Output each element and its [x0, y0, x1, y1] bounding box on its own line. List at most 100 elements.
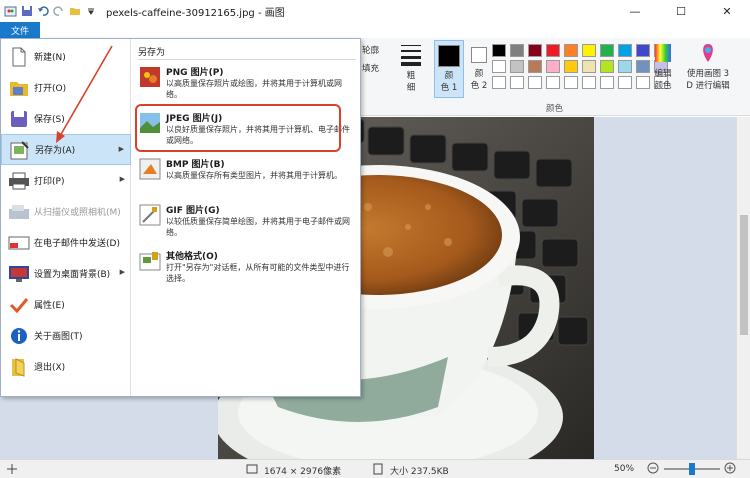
submenu-arrow-icon: ▶	[119, 175, 125, 183]
color-swatch[interactable]	[546, 76, 560, 89]
image-dimensions: 1674 × 2976像素	[264, 467, 342, 477]
color-swatch[interactable]	[564, 60, 578, 73]
undo-icon[interactable]	[36, 5, 49, 18]
color-swatch[interactable]	[528, 76, 542, 89]
zoom-in-button[interactable]	[724, 462, 736, 477]
menu-item-label: 打印(P)	[34, 177, 65, 187]
menu-item-about[interactable]: 关于画图(T)	[1, 320, 131, 351]
vertical-scrollbar[interactable]	[736, 117, 750, 459]
color-swatch[interactable]	[618, 60, 632, 73]
menu-item-new[interactable]: 新建(N)	[1, 41, 131, 72]
save-as-header: 另存为	[138, 48, 166, 58]
menu-item-label: 保存(S)	[34, 115, 65, 125]
color-swatch[interactable]	[636, 44, 650, 57]
color-swatch[interactable]	[510, 76, 524, 89]
color1-label: 颜 色 1	[440, 71, 458, 93]
menu-item-exit[interactable]: 退出(X)	[1, 351, 131, 382]
zoom-slider-thumb[interactable]	[689, 463, 695, 475]
color-swatch[interactable]	[492, 76, 506, 89]
save-icon	[7, 108, 31, 130]
color-swatch[interactable]	[600, 76, 614, 89]
customize-dropdown-icon[interactable]	[84, 5, 97, 18]
option-title: PNG 图片(P)	[166, 68, 224, 78]
color-swatch[interactable]	[582, 60, 596, 73]
window-controls: — ☐ ✕	[612, 0, 750, 22]
edit-colors-label: 编辑 颜色	[654, 69, 672, 91]
color-swatch[interactable]	[546, 44, 560, 57]
save-option-gif[interactable]: GIF 图片(G) 以较低质量保存简单绘图，并将其用于电子邮件或网络。	[136, 201, 358, 247]
menu-item-save[interactable]: 保存(S)	[1, 103, 131, 134]
fill-dropdown[interactable]: 填充	[362, 62, 379, 74]
checkmark-icon	[7, 294, 31, 316]
edit-colors-button[interactable]: 编辑 颜色	[650, 42, 676, 91]
add-position-icon	[6, 463, 18, 478]
vertical-scroll-thumb[interactable]	[740, 215, 748, 335]
menu-item-save-as[interactable]: 另存为(A) ▶	[1, 134, 131, 165]
color-swatch[interactable]	[636, 60, 650, 73]
color-swatch[interactable]	[618, 44, 632, 57]
size-button[interactable]: 粗 细	[398, 42, 424, 93]
menu-item-open[interactable]: 打开(O)	[1, 72, 131, 103]
menu-item-label: 退出(X)	[34, 363, 66, 373]
color-swatch[interactable]	[600, 60, 614, 73]
menu-item-print[interactable]: 打印(P) ▶	[1, 165, 131, 196]
color-swatch[interactable]	[492, 60, 506, 73]
folder-quick-icon[interactable]	[68, 5, 81, 18]
desktop-icon	[7, 263, 31, 285]
new-file-icon	[7, 46, 31, 68]
png-icon	[140, 67, 160, 87]
file-size-icon	[372, 463, 384, 478]
menu-item-scanner[interactable]: 从扫描仪或照相机(M)	[1, 196, 131, 227]
save-option-bmp[interactable]: BMP 图片(B) 以高质量保存所有类型图片，并将其用于计算机。	[136, 155, 358, 201]
color-swatch[interactable]	[600, 44, 614, 57]
file-menu: 新建(N) 打开(O) 保存(S) 另存为(A) ▶ 打印(P) ▶ 从扫描仪或…	[0, 38, 361, 397]
title-bar: pexels-caffeine-30912165.jpg - 画图 — ☐ ✕	[0, 0, 750, 22]
color-swatch[interactable]	[582, 44, 596, 57]
color-swatch[interactable]	[618, 76, 632, 89]
color-swatch[interactable]	[510, 44, 524, 57]
menu-item-properties[interactable]: 属性(E)	[1, 289, 131, 320]
color-swatch[interactable]	[492, 44, 506, 57]
color-swatch[interactable]	[636, 76, 650, 89]
menu-item-label: 另存为(A)	[35, 146, 76, 156]
quick-access-toolbar	[0, 0, 97, 22]
color-swatch[interactable]	[546, 60, 560, 73]
menu-item-label: 设置为桌面背景(B)	[34, 270, 111, 280]
minimize-button[interactable]: —	[612, 0, 658, 22]
color1-button[interactable]: 颜 色 1	[434, 40, 464, 98]
color-palette	[492, 44, 669, 89]
save-as-submenu: 另存为 PNG 图片(P) 以高质量保存照片或绘图，并将其用于计算机或网络。 J…	[132, 39, 360, 396]
menu-item-label: 关于画图(T)	[34, 332, 83, 342]
menu-item-label: 打开(O)	[34, 84, 67, 94]
color-swatch[interactable]	[564, 44, 578, 57]
zoom-out-button[interactable]	[647, 462, 659, 477]
color-swatch[interactable]	[564, 76, 578, 89]
color-swatch[interactable]	[510, 60, 524, 73]
option-description: 以较低质量保存简单绘图，并将其用于电子邮件或网络。	[166, 217, 350, 237]
option-title: GIF 图片(G)	[166, 206, 220, 216]
exit-icon	[7, 356, 31, 378]
option-description: 以高质量保存所有类型图片，并将其用于计算机。	[166, 171, 342, 180]
color-swatch[interactable]	[582, 76, 596, 89]
menu-item-desktop-background[interactable]: 设置为桌面背景(B) ▶	[1, 258, 131, 289]
close-button[interactable]: ✕	[704, 0, 750, 22]
menu-item-label: 从扫描仪或照相机(M)	[34, 208, 121, 218]
color-swatch[interactable]	[528, 44, 542, 57]
paint3d-button[interactable]: 使用画图 3 D 进行编辑	[684, 42, 732, 91]
line-size-icon	[401, 45, 421, 66]
maximize-button[interactable]: ☐	[658, 0, 704, 22]
menu-item-email[interactable]: 在电子邮件中发送(D)	[1, 227, 131, 258]
save-quick-icon[interactable]	[20, 5, 33, 18]
outline-dropdown[interactable]: 轮廓	[362, 44, 379, 56]
save-option-other[interactable]: 其他格式(O) 打开"另存为"对话框，从所有可能的文件类型中进行选择。	[136, 247, 358, 293]
color2-button[interactable]: 颜 色 2	[468, 40, 490, 91]
redo-icon[interactable]	[52, 5, 65, 18]
save-option-png[interactable]: PNG 图片(P) 以高质量保存照片或绘图，并将其用于计算机或网络。	[136, 63, 358, 109]
colors-group-label: 颜色	[546, 104, 564, 114]
save-as-icon	[8, 139, 32, 161]
other-formats-icon	[139, 252, 161, 271]
status-bar: 1674 × 2976像素 大小 237.5KB 50%	[0, 459, 750, 478]
printer-icon	[7, 170, 31, 192]
color-swatch[interactable]	[528, 60, 542, 73]
file-tab[interactable]: 文件	[0, 22, 40, 38]
